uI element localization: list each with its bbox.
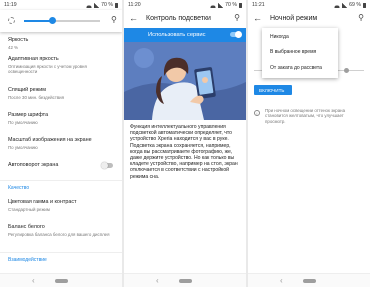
display-settings-screen: 11:19 70 % ⚲ Яркость 42 % Адаптивная ярк…	[0, 0, 122, 287]
schedule-dropdown-menu: Никогда В выбранное время От заката до р…	[262, 28, 338, 78]
back-nav-icon[interactable]: ‹	[280, 276, 283, 285]
brightness-slider-panel	[0, 10, 122, 32]
status-bar: 11:19 70 %	[0, 0, 122, 10]
setting-sleep[interactable]: Спящий режим После 30 мин. бездействия	[8, 87, 116, 100]
battery-percent: 70 %	[225, 2, 237, 8]
battery-percent: 70 %	[101, 2, 113, 8]
navigation-bar: ‹	[124, 273, 246, 287]
schedule-option-never[interactable]: Никогда	[270, 34, 289, 40]
back-arrow-icon[interactable]: ←	[129, 13, 138, 23]
home-nav-button[interactable]	[303, 279, 316, 283]
setting-color-gamut[interactable]: Цветовая гамма и контраст Стандартный ре…	[8, 199, 116, 212]
status-time: 11:19	[4, 2, 17, 8]
battery-percent: 69 %	[349, 2, 361, 8]
page-title: Контроль подсветки	[146, 15, 211, 22]
back-arrow-icon[interactable]: ←	[253, 13, 262, 23]
search-icon[interactable]: ⚲	[111, 15, 117, 24]
app-bar: ← Контроль подсветки ⚲	[124, 10, 246, 28]
setting-display-size[interactable]: Масштаб изображения на экране По умолчан…	[8, 137, 116, 150]
night-mode-info-text: При ночном освещении оттенок экрана стан…	[265, 108, 346, 124]
signal-icon	[218, 2, 224, 8]
smart-backlight-screen: 11:20 70 % ← Контроль подсветки ⚲ Исполь…	[124, 0, 246, 287]
back-nav-icon[interactable]: ‹	[32, 276, 35, 285]
navigation-bar: ‹	[248, 273, 370, 287]
app-bar: ← Ночной режим ⚲	[248, 10, 370, 28]
smart-backlight-illustration	[124, 42, 246, 120]
setting-brightness[interactable]: Яркость 42 %	[8, 37, 116, 50]
section-quality-label: Качество	[8, 185, 30, 191]
battery-icon	[115, 2, 118, 8]
wifi-icon	[86, 2, 93, 8]
battery-icon	[239, 2, 242, 8]
setting-auto-rotate[interactable]: Автоповорот экрана	[8, 162, 116, 169]
enable-night-mode-button[interactable]: ВКЛЮЧИТЬ	[254, 85, 292, 95]
search-icon[interactable]: ⚲	[234, 13, 240, 22]
intensity-slider-thumb[interactable]	[344, 68, 349, 73]
use-service-row[interactable]: Использовать сервис	[124, 28, 246, 42]
page-title: Ночной режим	[270, 15, 318, 22]
wifi-icon	[334, 2, 341, 8]
signal-icon	[342, 2, 348, 8]
search-icon[interactable]: ⚲	[358, 13, 364, 22]
night-mode-screen: 11:21 69 % ← Ночной режим ⚲ Никогда В вы…	[248, 0, 370, 287]
wifi-icon	[210, 2, 217, 8]
status-bar: 11:20 70 %	[124, 0, 246, 10]
brightness-slider-thumb[interactable]	[48, 17, 56, 24]
setting-font-size[interactable]: Размер шрифта По умолчанию	[8, 112, 116, 125]
brightness-slider[interactable]	[24, 17, 100, 24]
info-icon: i	[254, 110, 260, 116]
home-nav-button[interactable]	[179, 279, 192, 283]
back-nav-icon[interactable]: ‹	[156, 276, 159, 285]
divider	[0, 252, 122, 253]
setting-white-balance[interactable]: Баланс белого Регулировка баланса белого…	[8, 224, 116, 237]
home-nav-button[interactable]	[55, 279, 68, 283]
status-bar: 11:21 69 %	[248, 0, 370, 10]
smart-backlight-description: Функция интеллектуального управления под…	[130, 124, 238, 180]
status-time: 11:20	[128, 2, 141, 8]
navigation-bar: ‹	[0, 273, 122, 287]
schedule-option-sunset-sunrise[interactable]: От заката до рассвета	[270, 65, 322, 71]
status-time: 11:21	[252, 2, 265, 8]
enable-button-label: ВКЛЮЧИТЬ	[259, 87, 285, 93]
brightness-slider-fill	[24, 20, 53, 22]
brightness-icon	[8, 17, 15, 24]
section-interaction-label: Взаимодействие	[8, 257, 47, 263]
schedule-option-custom-time[interactable]: В выбранное время	[270, 49, 316, 55]
setting-adaptive-brightness[interactable]: Адаптивная яркость Оптимизация яркости с…	[8, 56, 116, 74]
battery-icon	[363, 2, 366, 8]
auto-rotate-toggle[interactable]	[101, 161, 113, 169]
signal-icon	[94, 2, 100, 8]
divider	[0, 180, 122, 181]
person-holding-phone-illustration	[124, 42, 246, 120]
use-service-label: Использовать сервис	[148, 32, 206, 38]
use-service-toggle[interactable]	[230, 30, 242, 38]
